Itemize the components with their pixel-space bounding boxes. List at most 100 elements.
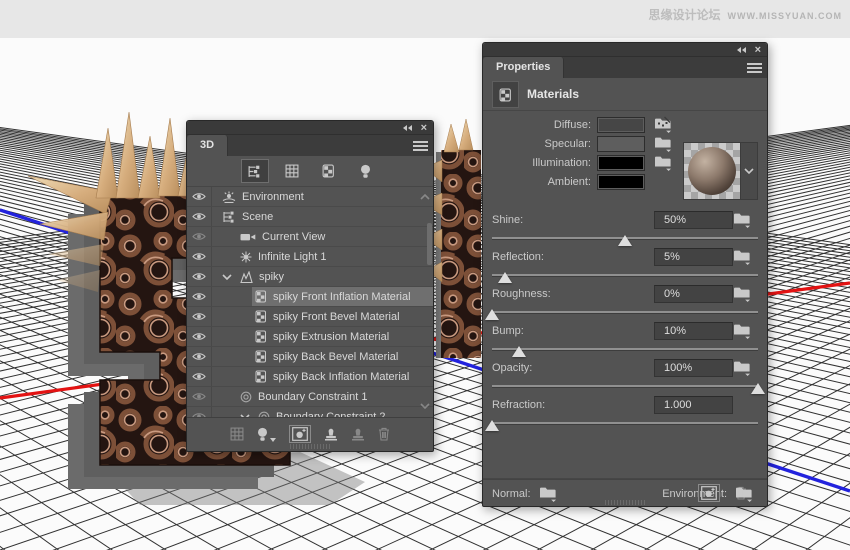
- tree-row-extrusion-material[interactable]: spiky Extrusion Material: [187, 327, 433, 347]
- specular-color-swatch[interactable]: [597, 135, 645, 152]
- visibility-toggle[interactable]: [187, 307, 212, 326]
- tree-row-scene[interactable]: Scene: [187, 207, 433, 227]
- panel-menu-button[interactable]: [741, 57, 767, 78]
- bump-slider-thumb[interactable]: [511, 346, 526, 357]
- scrollbar-thumb[interactable]: [427, 223, 432, 265]
- shine-texture-button[interactable]: [733, 211, 751, 228]
- visibility-toggle[interactable]: [187, 187, 212, 206]
- filter-meshes-button[interactable]: [278, 159, 306, 183]
- 3d-panel-toolbar: [187, 417, 433, 450]
- delete-icon[interactable]: [378, 427, 390, 441]
- watermark: 思缘设计论坛 WWW.MISSYUAN.COM: [648, 6, 842, 23]
- 3d-scene-tree: Environment Scene Current View Infinite …: [187, 186, 433, 417]
- tree-row-spiky[interactable]: spiky: [187, 267, 433, 287]
- filter-scene-button[interactable]: [240, 159, 269, 183]
- panel-3d: × 3D Environment Scene Current View Infi…: [186, 120, 434, 452]
- diffuse-color-swatch[interactable]: [597, 116, 645, 133]
- reflection-slider-thumb[interactable]: [498, 272, 513, 283]
- refraction-slider-track[interactable]: [485, 420, 758, 431]
- tree-row-environment[interactable]: Environment: [187, 187, 433, 207]
- folder-icon: [733, 285, 751, 302]
- opacity-slider-thumb[interactable]: [751, 383, 765, 394]
- tree-row-boundary-constraint-2[interactable]: Boundary Constraint 2: [187, 407, 433, 417]
- visibility-toggle[interactable]: [187, 407, 212, 417]
- filter-materials-button[interactable]: [315, 159, 343, 183]
- roughness-value-field[interactable]: 0%: [654, 285, 733, 303]
- close-panel-icon[interactable]: ×: [755, 44, 761, 55]
- collapse-panel-icon[interactable]: [736, 46, 747, 54]
- folder-icon: [733, 359, 751, 376]
- refraction-value-field[interactable]: 1.000: [654, 396, 733, 414]
- scroll-down-icon[interactable]: [420, 400, 430, 412]
- filter-lights-button[interactable]: [352, 159, 380, 183]
- visibility-toggle[interactable]: [187, 207, 212, 226]
- delete-icon[interactable]: [735, 486, 747, 500]
- tree-row-infinite-light[interactable]: Infinite Light 1: [187, 247, 433, 267]
- ground-plane-button[interactable]: [698, 484, 720, 502]
- scroll-up-icon[interactable]: [420, 191, 430, 203]
- visibility-toggle[interactable]: [187, 327, 212, 346]
- opacity-texture-button[interactable]: [733, 359, 751, 376]
- visibility-toggle[interactable]: [187, 387, 212, 406]
- visibility-toggle[interactable]: [187, 367, 212, 386]
- ambient-color-swatch[interactable]: [597, 173, 645, 190]
- stamp-modified-icon[interactable]: [351, 428, 365, 441]
- stamp-icon[interactable]: [324, 428, 338, 441]
- opacity-slider-track[interactable]: [492, 383, 765, 394]
- panel-properties-titlebar: ×: [483, 43, 767, 57]
- shine-slider-thumb[interactable]: [618, 235, 632, 246]
- eye-icon: [192, 372, 206, 381]
- constraint-icon: [240, 391, 252, 403]
- refraction-slider-thumb[interactable]: [485, 420, 499, 431]
- collapse-panel-icon[interactable]: [402, 124, 413, 132]
- shine-value-field[interactable]: 50%: [654, 211, 733, 229]
- roughness-slider-track[interactable]: [485, 309, 758, 320]
- bump-label: Bump:: [492, 325, 524, 337]
- illumination-texture-button[interactable]: [654, 154, 672, 171]
- tree-row-label: spiky Back Bevel Material: [273, 350, 399, 363]
- new-light-button[interactable]: [257, 427, 276, 442]
- roughness-texture-button[interactable]: [733, 285, 751, 302]
- tree-row-back-bevel-material[interactable]: spiky Back Bevel Material: [187, 347, 433, 367]
- visibility-toggle[interactable]: [187, 247, 212, 266]
- reflection-slider-track[interactable]: [492, 272, 758, 283]
- reflection-value-field[interactable]: 5%: [654, 248, 733, 266]
- eye-icon: [192, 232, 206, 241]
- reflection-texture-button[interactable]: [733, 248, 751, 265]
- material-picker-button[interactable]: [740, 143, 757, 199]
- visibility-toggle[interactable]: [187, 347, 212, 366]
- bump-slider-track[interactable]: [492, 346, 758, 357]
- ground-plane-icon: [701, 486, 717, 500]
- opacity-value-field[interactable]: 100%: [654, 359, 733, 377]
- mesh-icon: [240, 271, 253, 283]
- visibility-toggle[interactable]: [187, 267, 212, 286]
- visibility-toggle[interactable]: [187, 287, 212, 306]
- tab-3d[interactable]: 3D: [187, 135, 229, 156]
- ground-plane-button[interactable]: [289, 425, 311, 443]
- specular-texture-button[interactable]: [654, 135, 672, 152]
- reflection-label: Reflection:: [492, 251, 544, 263]
- tree-row-back-inflation-material[interactable]: spiky Back Inflation Material: [187, 367, 433, 387]
- illumination-color-swatch[interactable]: [597, 154, 645, 171]
- expander-chevron-icon[interactable]: [222, 274, 232, 280]
- visibility-toggle[interactable]: [187, 227, 212, 246]
- bump-texture-button[interactable]: [733, 322, 751, 339]
- tree-row-label: Infinite Light 1: [258, 250, 327, 263]
- mesh-grid-icon[interactable]: [230, 427, 244, 441]
- panel-menu-button[interactable]: [407, 135, 433, 156]
- resize-grip[interactable]: [605, 500, 645, 505]
- environment-icon: [222, 191, 236, 203]
- shine-slider-track[interactable]: [492, 235, 758, 246]
- roughness-slider-thumb[interactable]: [485, 309, 499, 320]
- material-icon: [255, 330, 267, 343]
- tree-row-front-inflation-material[interactable]: spiky Front Inflation Material: [187, 287, 433, 307]
- tree-row-label: spiky Back Inflation Material: [273, 370, 410, 383]
- close-panel-icon[interactable]: ×: [421, 122, 427, 133]
- tree-row-current-view[interactable]: Current View: [187, 227, 433, 247]
- resize-grip[interactable]: [290, 444, 330, 449]
- tree-row-front-bevel-material[interactable]: spiky Front Bevel Material: [187, 307, 433, 327]
- tree-row-boundary-constraint-1[interactable]: Boundary Constraint 1: [187, 387, 433, 407]
- diffuse-texture-button[interactable]: [654, 116, 672, 133]
- tab-properties[interactable]: Properties: [483, 57, 565, 78]
- bump-value-field[interactable]: 10%: [654, 322, 733, 340]
